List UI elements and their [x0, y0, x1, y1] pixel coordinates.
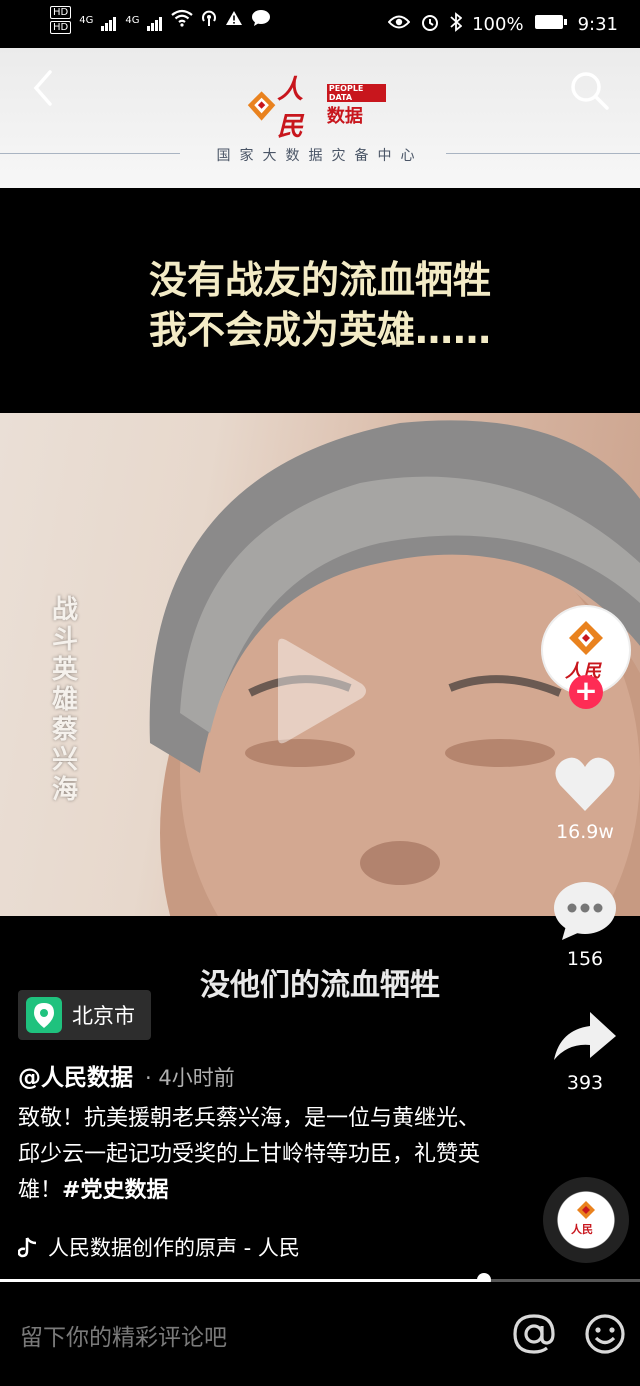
warning-icon [225, 10, 243, 31]
network-label: 4G [125, 14, 140, 26]
author-row: @人民数据 · 4小时前 [18, 1058, 235, 1092]
battery-level: 100% [472, 14, 524, 35]
comment-button[interactable]: 156 [545, 880, 625, 970]
chat-icon [251, 9, 271, 32]
svg-text:人民: 人民 [571, 1222, 593, 1236]
location-tag[interactable]: 北京市 [18, 990, 151, 1040]
music-note-icon [18, 1237, 37, 1258]
heart-icon [555, 757, 615, 811]
hd-badge: HD [50, 21, 72, 34]
play-icon [278, 638, 366, 744]
location-label: 北京市 [72, 1004, 135, 1028]
signal-icon [147, 10, 163, 31]
signal-icon [101, 10, 117, 31]
search-icon [571, 72, 609, 110]
wifi-icon [171, 9, 194, 32]
brand-logo: 人民 PEOPLE DATA 数据 [246, 75, 386, 142]
search-button[interactable] [565, 66, 613, 114]
brand-mark-icon [247, 91, 276, 121]
share-arrow-icon [554, 1012, 616, 1060]
battery-icon [534, 14, 568, 35]
chevron-left-icon [33, 70, 52, 106]
author-name[interactable]: @人民数据 [18, 1058, 133, 1092]
like-button[interactable]: 16.9w [545, 755, 625, 843]
hashtag-link[interactable]: #党史数据 [62, 1178, 168, 1203]
back-button[interactable] [24, 66, 64, 110]
hd-badge: HD [50, 6, 72, 19]
comment-count: 156 [566, 948, 604, 970]
banner-subtitle: 国家大数据灾备中心 [216, 148, 424, 164]
network-label: 4G [79, 14, 94, 26]
eye-icon [387, 14, 411, 35]
hotspot-icon [201, 9, 217, 32]
clock-time: 9:31 [577, 14, 618, 35]
headline-line: 我不会成为英雄…… [148, 308, 491, 352]
status-right: 100% 9:31 [387, 12, 618, 37]
bluetooth-icon [450, 12, 463, 37]
at-sign-icon [513, 1314, 555, 1354]
smiley-icon [585, 1314, 625, 1354]
vertical-caption: 战斗英雄 蔡兴海 [51, 595, 78, 805]
brand-name: 人民 [277, 75, 304, 142]
music-row[interactable]: 人民数据创作的原声 - 人民 [18, 1232, 300, 1262]
play-button[interactable] [270, 636, 370, 746]
status-bar: HD HD 4G 4G 100% 9:31 [0, 0, 640, 48]
like-count: 16.9w [556, 821, 614, 843]
post-time: · 4小时前 [145, 1066, 235, 1090]
disc-logo-icon: 人民 [571, 1201, 595, 1236]
mention-button[interactable] [512, 1312, 556, 1356]
status-left: HD HD 4G 4G [50, 6, 271, 34]
brand-english: PEOPLE DATA [326, 84, 386, 102]
brand-name-2: 数据 [326, 106, 363, 127]
headline-line: 没有战友的流血牺牲 [148, 258, 491, 302]
video-description: 致敬！抗美援朝老兵蔡兴海，是一位与黄继光、邱少云一起记功受奖的上甘岭特等功臣，礼… [18, 1101, 488, 1209]
emoji-button[interactable] [583, 1312, 627, 1356]
follow-button[interactable]: + [569, 675, 603, 709]
video-headline: 没有战友的流血牺牲 我不会成为英雄…… [0, 255, 640, 355]
comment-input[interactable]: 留下你的精彩评论吧 [20, 1318, 227, 1352]
share-button[interactable]: 393 [545, 1010, 625, 1094]
music-disc[interactable]: 人民 [543, 1177, 629, 1263]
music-title: 人民数据创作的原声 - 人民 [48, 1236, 300, 1260]
comment-icon [554, 882, 616, 940]
location-pin-icon [26, 997, 62, 1033]
share-count: 393 [566, 1072, 604, 1094]
alarm-icon [420, 12, 440, 37]
